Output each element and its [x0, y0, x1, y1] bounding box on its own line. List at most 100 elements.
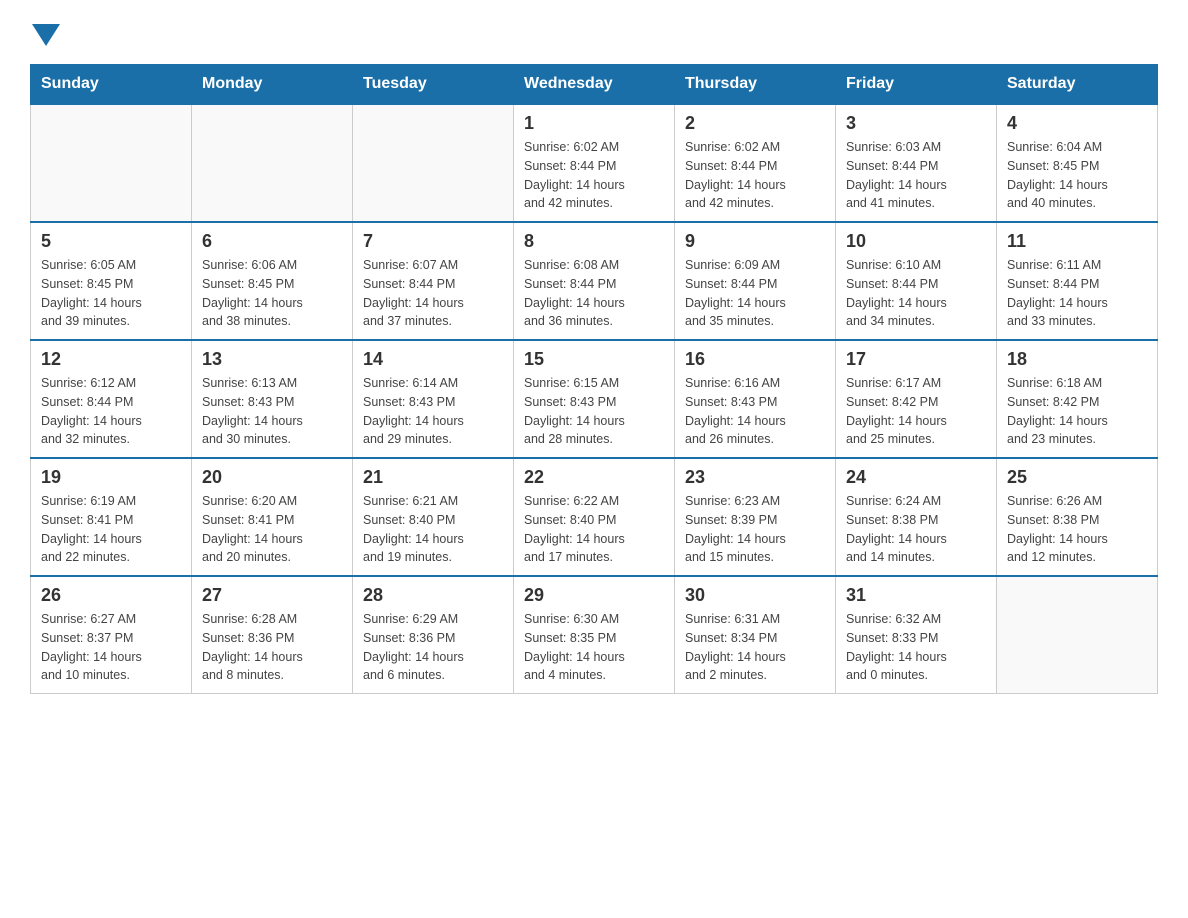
day-number: 12: [41, 349, 181, 370]
calendar-cell: [192, 104, 353, 222]
calendar-cell: 25Sunrise: 6:26 AM Sunset: 8:38 PM Dayli…: [997, 458, 1158, 576]
day-number: 31: [846, 585, 986, 606]
day-number: 18: [1007, 349, 1147, 370]
day-info: Sunrise: 6:31 AM Sunset: 8:34 PM Dayligh…: [685, 610, 825, 685]
calendar-cell: 7Sunrise: 6:07 AM Sunset: 8:44 PM Daylig…: [353, 222, 514, 340]
day-number: 28: [363, 585, 503, 606]
calendar-week-row: 26 Sunrise: 6:27 AM Sunset: 8:37 PM Dayli…: [31, 576, 1158, 694]
calendar-cell: 17 Sunrise: 6:17 AM Sunset: 8:42 PM Dayli…: [836, 340, 997, 458]
calendar-cell: 12 Sunrise: 6:12 AM Sunset: 8:44 PM Dayli…: [31, 340, 192, 458]
column-header-thursday: Thursday: [675, 65, 836, 105]
day-number: 20: [202, 467, 342, 488]
day-info: Sunrise: 6:02 AM Sunset: 8:44 PM Dayligh…: [685, 138, 825, 213]
day-number: 2: [685, 113, 825, 134]
calendar-cell: 21Sunrise: 6:21 AM Sunset: 8:40 PM Dayli…: [353, 458, 514, 576]
column-header-friday: Friday: [836, 65, 997, 105]
calendar-cell: [997, 576, 1158, 694]
calendar-cell: 6 Sunrise: 6:06 AM Sunset: 8:45 PM Daylig…: [192, 222, 353, 340]
calendar-cell: 1Sunrise: 6:02 AM Sunset: 8:44 PM Daylig…: [514, 104, 675, 222]
calendar-cell: 18 Sunrise: 6:18 AM Sunset: 8:42 PM Dayli…: [997, 340, 1158, 458]
column-header-sunday: Sunday: [31, 65, 192, 105]
day-info: Sunrise: 6:28 AM Sunset: 8:36 PM Dayligh…: [202, 610, 342, 685]
day-info: Sunrise: 6:05 AM Sunset: 8:45 PM Dayligh…: [41, 256, 181, 331]
calendar-header-row: SundayMondayTuesdayWednesdayThursdayFrid…: [31, 65, 1158, 105]
page-header: [30, 20, 1158, 44]
calendar-cell: 4 Sunrise: 6:04 AM Sunset: 8:45 PM Daylig…: [997, 104, 1158, 222]
day-number: 27: [202, 585, 342, 606]
day-number: 26: [41, 585, 181, 606]
day-number: 29: [524, 585, 664, 606]
day-info: Sunrise: 6:08 AM Sunset: 8:44 PM Dayligh…: [524, 256, 664, 331]
calendar-cell: 23 Sunrise: 6:23 AM Sunset: 8:39 PM Dayli…: [675, 458, 836, 576]
calendar-cell: 22 Sunrise: 6:22 AM Sunset: 8:40 PM Dayli…: [514, 458, 675, 576]
day-number: 19: [41, 467, 181, 488]
calendar-cell: 11 Sunrise: 6:11 AM Sunset: 8:44 PM Dayli…: [997, 222, 1158, 340]
day-number: 21: [363, 467, 503, 488]
calendar-cell: 2 Sunrise: 6:02 AM Sunset: 8:44 PM Daylig…: [675, 104, 836, 222]
day-info: Sunrise: 6:15 AM Sunset: 8:43 PM Dayligh…: [524, 374, 664, 449]
calendar-week-row: 5 Sunrise: 6:05 AM Sunset: 8:45 PM Daylig…: [31, 222, 1158, 340]
day-info: Sunrise: 6:12 AM Sunset: 8:44 PM Dayligh…: [41, 374, 181, 449]
calendar-cell: 27 Sunrise: 6:28 AM Sunset: 8:36 PM Dayli…: [192, 576, 353, 694]
day-info: Sunrise: 6:17 AM Sunset: 8:42 PM Dayligh…: [846, 374, 986, 449]
calendar-cell: 19 Sunrise: 6:19 AM Sunset: 8:41 PM Dayli…: [31, 458, 192, 576]
day-info: Sunrise: 6:02 AM Sunset: 8:44 PM Dayligh…: [524, 138, 664, 213]
day-number: 15: [524, 349, 664, 370]
day-number: 6: [202, 231, 342, 252]
day-info: Sunrise: 6:23 AM Sunset: 8:39 PM Dayligh…: [685, 492, 825, 567]
day-number: 16: [685, 349, 825, 370]
calendar-cell: 5 Sunrise: 6:05 AM Sunset: 8:45 PM Daylig…: [31, 222, 192, 340]
calendar-cell: 20Sunrise: 6:20 AM Sunset: 8:41 PM Dayli…: [192, 458, 353, 576]
calendar-cell: 16 Sunrise: 6:16 AM Sunset: 8:43 PM Dayli…: [675, 340, 836, 458]
day-number: 5: [41, 231, 181, 252]
calendar-cell: 3 Sunrise: 6:03 AM Sunset: 8:44 PM Daylig…: [836, 104, 997, 222]
day-number: 8: [524, 231, 664, 252]
day-info: Sunrise: 6:26 AM Sunset: 8:38 PM Dayligh…: [1007, 492, 1147, 567]
calendar-cell: [353, 104, 514, 222]
day-number: 17: [846, 349, 986, 370]
day-number: 24: [846, 467, 986, 488]
calendar-cell: [31, 104, 192, 222]
day-info: Sunrise: 6:22 AM Sunset: 8:40 PM Dayligh…: [524, 492, 664, 567]
calendar-table: SundayMondayTuesdayWednesdayThursdayFrid…: [30, 64, 1158, 694]
day-info: Sunrise: 6:24 AM Sunset: 8:38 PM Dayligh…: [846, 492, 986, 567]
day-info: Sunrise: 6:13 AM Sunset: 8:43 PM Dayligh…: [202, 374, 342, 449]
calendar-cell: 10Sunrise: 6:10 AM Sunset: 8:44 PM Dayli…: [836, 222, 997, 340]
day-info: Sunrise: 6:27 AM Sunset: 8:37 PM Dayligh…: [41, 610, 181, 685]
day-info: Sunrise: 6:19 AM Sunset: 8:41 PM Dayligh…: [41, 492, 181, 567]
day-number: 14: [363, 349, 503, 370]
day-info: Sunrise: 6:30 AM Sunset: 8:35 PM Dayligh…: [524, 610, 664, 685]
calendar-cell: 15 Sunrise: 6:15 AM Sunset: 8:43 PM Dayli…: [514, 340, 675, 458]
day-info: Sunrise: 6:07 AM Sunset: 8:44 PM Dayligh…: [363, 256, 503, 331]
calendar-cell: 26 Sunrise: 6:27 AM Sunset: 8:37 PM Dayli…: [31, 576, 192, 694]
calendar-cell: 13Sunrise: 6:13 AM Sunset: 8:43 PM Dayli…: [192, 340, 353, 458]
day-number: 23: [685, 467, 825, 488]
day-info: Sunrise: 6:14 AM Sunset: 8:43 PM Dayligh…: [363, 374, 503, 449]
calendar-cell: 8 Sunrise: 6:08 AM Sunset: 8:44 PM Daylig…: [514, 222, 675, 340]
calendar-cell: 29 Sunrise: 6:30 AM Sunset: 8:35 PM Dayli…: [514, 576, 675, 694]
column-header-tuesday: Tuesday: [353, 65, 514, 105]
column-header-wednesday: Wednesday: [514, 65, 675, 105]
day-info: Sunrise: 6:10 AM Sunset: 8:44 PM Dayligh…: [846, 256, 986, 331]
calendar-cell: 24 Sunrise: 6:24 AM Sunset: 8:38 PM Dayli…: [836, 458, 997, 576]
day-info: Sunrise: 6:03 AM Sunset: 8:44 PM Dayligh…: [846, 138, 986, 213]
calendar-cell: 9 Sunrise: 6:09 AM Sunset: 8:44 PM Daylig…: [675, 222, 836, 340]
calendar-cell: 14 Sunrise: 6:14 AM Sunset: 8:43 PM Dayli…: [353, 340, 514, 458]
day-number: 11: [1007, 231, 1147, 252]
logo: [30, 20, 60, 44]
day-number: 22: [524, 467, 664, 488]
day-number: 4: [1007, 113, 1147, 134]
day-number: 30: [685, 585, 825, 606]
day-number: 3: [846, 113, 986, 134]
day-info: Sunrise: 6:04 AM Sunset: 8:45 PM Dayligh…: [1007, 138, 1147, 213]
calendar-cell: 31Sunrise: 6:32 AM Sunset: 8:33 PM Dayli…: [836, 576, 997, 694]
calendar-week-row: 19 Sunrise: 6:19 AM Sunset: 8:41 PM Dayli…: [31, 458, 1158, 576]
day-info: Sunrise: 6:09 AM Sunset: 8:44 PM Dayligh…: [685, 256, 825, 331]
day-info: Sunrise: 6:18 AM Sunset: 8:42 PM Dayligh…: [1007, 374, 1147, 449]
calendar-cell: 30 Sunrise: 6:31 AM Sunset: 8:34 PM Dayli…: [675, 576, 836, 694]
day-number: 9: [685, 231, 825, 252]
calendar-week-row: 12 Sunrise: 6:12 AM Sunset: 8:44 PM Dayli…: [31, 340, 1158, 458]
day-info: Sunrise: 6:06 AM Sunset: 8:45 PM Dayligh…: [202, 256, 342, 331]
day-info: Sunrise: 6:16 AM Sunset: 8:43 PM Dayligh…: [685, 374, 825, 449]
day-info: Sunrise: 6:11 AM Sunset: 8:44 PM Dayligh…: [1007, 256, 1147, 331]
